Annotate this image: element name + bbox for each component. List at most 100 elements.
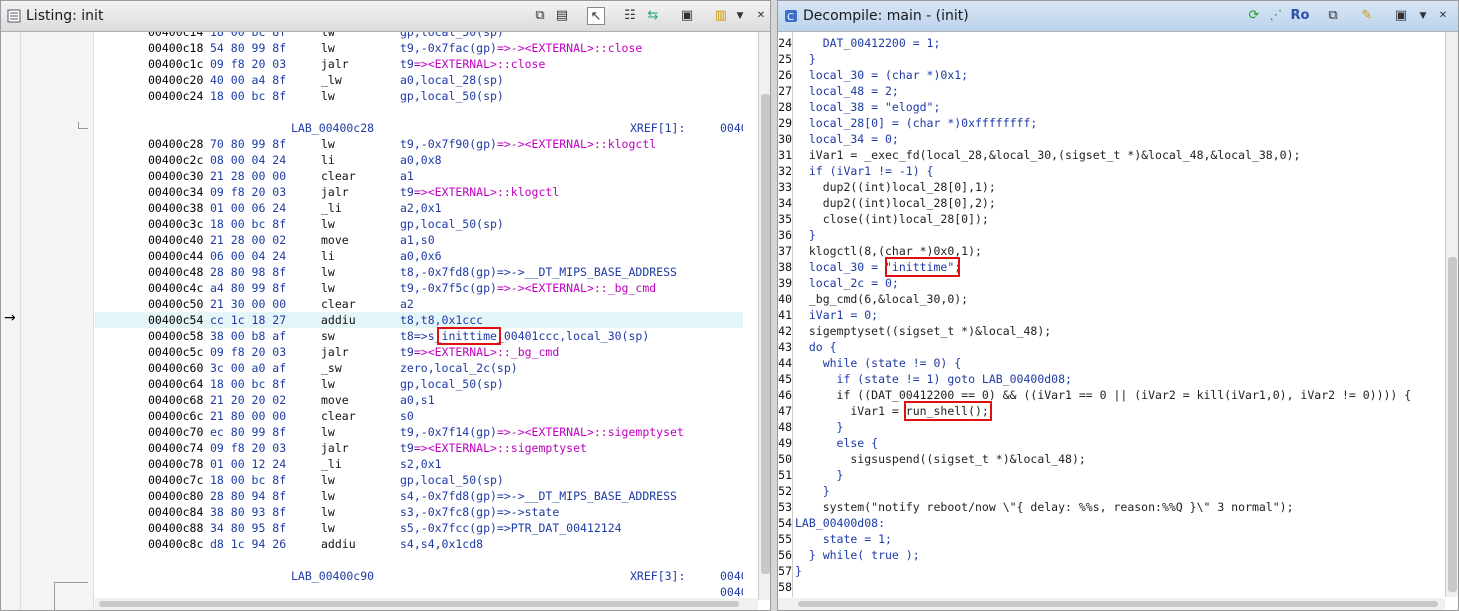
decompile-line[interactable]: 30 local_34 = 0; [778,131,1444,147]
decompile-line[interactable]: 24 DAT_00412200 = 1; [778,35,1444,51]
listing-row[interactable]: 00400c3c 18 00 bc 8f lw gp,local_50(sp) [95,216,743,232]
code-label[interactable]: LAB_00400c28 [291,120,374,136]
decompile-line[interactable]: 52 } [778,483,1444,499]
decompile-line[interactable]: 53 system("notify reboot/now \"{ delay: … [778,499,1444,515]
decompile-line[interactable]: 45 if (state != 1) goto LAB_00400d08; [778,371,1444,387]
close-icon[interactable]: ✕ [1434,7,1452,25]
cursor-icon[interactable]: ↖ [587,7,605,25]
listing-label-row[interactable]: LAB_00400c28 XREF[1]: 0040 [95,120,743,136]
decompile-hscroll[interactable] [778,598,1445,610]
decompile-line[interactable]: 46 if ((DAT_00412200 == 0) && ((iVar1 ==… [778,387,1444,403]
decompile-line[interactable]: 38 local_30 = "inittime"; [778,259,1444,275]
close-icon[interactable]: ✕ [752,7,770,25]
listing-row[interactable]: 00400c68 21 20 20 02 move a0,s1 [95,392,743,408]
decompile-line[interactable]: 25 } [778,51,1444,67]
listing-row[interactable]: 00400c34 09 f8 20 03 jalr t9=><EXTERNAL>::k… [95,184,743,200]
copy-icon[interactable]: ⧉ [531,7,549,25]
decompile-code[interactable]: 24 DAT_00412200 = 1; 25 } 26 local_30 = (c… [778,32,1444,602]
layout-icon[interactable]: ▥ [712,7,730,25]
decompile-line[interactable]: 33 dup2((int)local_28[0],1); [778,179,1444,195]
decompile-line[interactable]: 36 } [778,227,1444,243]
decompile-line[interactable]: 50 sigsuspend((sigset_t *)&local_48); [778,451,1444,467]
snapshot-icon[interactable]: ▣ [678,7,696,25]
code-label[interactable]: LAB_00400c90 [291,568,374,584]
xref-label[interactable]: XREF[3]: [630,568,685,584]
decompile-line[interactable]: 28 local_38 = "elogd"; [778,99,1444,115]
decompile-line[interactable]: 44 while (state != 0) { [778,355,1444,371]
decompile-line[interactable]: 58 [778,579,1444,595]
listing-label-row[interactable]: LAB_00400c90 XREF[3]: 0040 [95,568,743,584]
decompile-line[interactable]: 48 } [778,419,1444,435]
listing-row[interactable]: 00400c14 18 00 bc 8f lw gp,local_50(sp) [95,32,743,40]
decompile-line[interactable]: 35 close((int)local_28[0]); [778,211,1444,227]
listing-row[interactable]: 00400c60 3c 00 a0 af _sw zero,local_2c(sp) [95,360,743,376]
edit-icon[interactable]: ✎ [1358,7,1376,25]
decompile-vscroll[interactable] [1445,32,1458,597]
decompile-line[interactable]: 51 } [778,467,1444,483]
decompile-line[interactable]: 34 dup2((int)local_28[0],2); [778,195,1444,211]
graph-icon[interactable]: ⋰ [1267,7,1285,25]
listing-vscroll-thumb[interactable] [761,94,770,574]
listing-row[interactable]: 00400c40 21 28 00 02 move a1,s0 [95,232,743,248]
decompile-line[interactable]: 29 local_28[0] = (char *)0xffffffff; [778,115,1444,131]
listing-row[interactable] [95,552,743,568]
listing-row[interactable]: 00400c48 28 80 98 8f lw t8,-0x7fd8(gp)=>->_… [95,264,743,280]
listing-row[interactable] [95,104,743,120]
listing-row[interactable]: 00400c1c 09 f8 20 03 jalr t9=><EXTERNAL>::c… [95,56,743,72]
listing-row[interactable]: 00400c50 21 30 00 00 clear a2 [95,296,743,312]
listing-row[interactable]: 00400c8c d8 1c 94 26 addiu s4,s4,0x1cd8 [95,536,743,552]
xref-label[interactable]: XREF[1]: [630,120,685,136]
xref-address[interactable]: 0040 [720,568,743,584]
listing-row[interactable]: 00400c24 18 00 bc 8f lw gp,local_50(sp) [95,88,743,104]
listing-row[interactable]: 00400c20 40 00 a4 8f _lw a0,local_28(sp) [95,72,743,88]
listing-row[interactable]: 00400c80 28 80 94 8f lw s4,-0x7fd8(gp)=>->_… [95,488,743,504]
listing-row[interactable]: 00400c2c 08 00 04 24 li a0,0x8 [95,152,743,168]
listing-row[interactable]: 00400c70 ec 80 99 8f lw t9,-0x7f14(gp)=>-><… [95,424,743,440]
chevron-down-icon[interactable]: ▼ [731,7,749,25]
chevron-down-icon[interactable]: ▼ [1414,7,1432,25]
listing-row[interactable]: 00400c54 cc 1c 18 27 addiu t8,t8,0x1ccc [95,312,743,328]
decompile-line[interactable]: 42 sigemptyset((sigset_t *)&local_48); [778,323,1444,339]
listing-row[interactable]: 00400c64 18 00 bc 8f lw gp,local_50(sp) [95,376,743,392]
export-icon[interactable]: ⧉ [1324,7,1342,25]
listing-hscroll[interactable] [95,598,758,610]
decompile-line[interactable]: 56 } while( true ); [778,547,1444,563]
paste-icon[interactable]: ▤ [553,7,571,25]
decompile-line[interactable]: 55 state = 1; [778,531,1444,547]
listing-row[interactable]: 00400c84 38 80 93 8f lw s3,-0x7fc8(gp)=>->s… [95,504,743,520]
listing-row[interactable]: 00400c58 38 00 b8 af sw t8=>s_inittime_0040… [95,328,743,344]
decompile-line[interactable]: 31 iVar1 = _exec_fd(local_28,&local_30,(… [778,147,1444,163]
listing-row[interactable]: 00400c78 01 00 12 24 _li s2,0x1 [95,456,743,472]
decompile-line[interactable]: 40 _bg_cmd(6,&local_30,0); [778,291,1444,307]
listing-row[interactable]: 00400c4c a4 80 99 8f lw t9,-0x7f5c(gp)=>-><… [95,280,743,296]
listing-row[interactable]: 00400c88 34 80 95 8f lw s5,-0x7fcc(gp)=>PTR… [95,520,743,536]
listing-row[interactable]: 00400c5c 09 f8 20 03 jalr t9=><EXTERNAL>::_… [95,344,743,360]
listing-vscroll[interactable] [758,32,770,600]
ro-button[interactable]: Ro [1288,7,1312,25]
listing-row[interactable]: 00400c30 21 28 00 00 clear a1 [95,168,743,184]
listing-row[interactable]: 00400c28 70 80 99 8f lw t9,-0x7f90(gp)=>-><… [95,136,743,152]
decompile-line[interactable]: 26 local_30 = (char *)0x1; [778,67,1444,83]
xref-address[interactable]: 0040 [720,120,743,136]
listing-row[interactable]: 00400c74 09 f8 20 03 jalr t9=><EXTERNAL>::s… [95,440,743,456]
decompile-vscroll-thumb[interactable] [1448,257,1457,592]
refresh-icon[interactable]: ⟳ [1245,7,1263,25]
decompile-line[interactable]: 47 iVar1 = run_shell(); [778,403,1444,419]
decompile-line[interactable]: 54 LAB_00400d08: [778,515,1444,531]
decompile-line[interactable]: 27 local_48 = 2; [778,83,1444,99]
decompile-line[interactable]: 57} [778,563,1444,579]
decompile-line[interactable]: 41 iVar1 = 0; [778,307,1444,323]
listing-row[interactable]: 00400c38 01 00 06 24 _li a2,0x1 [95,200,743,216]
listing-code[interactable]: 00400c14 18 00 bc 8f lw gp,local_50(sp) 0040… [95,32,743,602]
decompile-line[interactable]: 37 klogctl(8,(char *)0x0,1); [778,243,1444,259]
decompile-line[interactable]: 43 do { [778,339,1444,355]
decompile-line[interactable]: 32 if (iVar1 != -1) { [778,163,1444,179]
listing-row[interactable]: 00400c18 54 80 99 8f lw t9,-0x7fac(gp)=>-><… [95,40,743,56]
decompile-line[interactable]: 39 local_2c = 0; [778,275,1444,291]
listing-row[interactable]: 00400c7c 18 00 bc 8f lw gp,local_50(sp) [95,472,743,488]
listing-row[interactable]: 00400c44 06 00 04 24 li a0,0x6 [95,248,743,264]
snapshot-icon[interactable]: ▣ [1392,7,1410,25]
listing-row[interactable]: 00400c6c 21 80 00 00 clear s0 [95,408,743,424]
field-icon[interactable]: ☷ [621,7,639,25]
decompile-line[interactable]: 49 else { [778,435,1444,451]
